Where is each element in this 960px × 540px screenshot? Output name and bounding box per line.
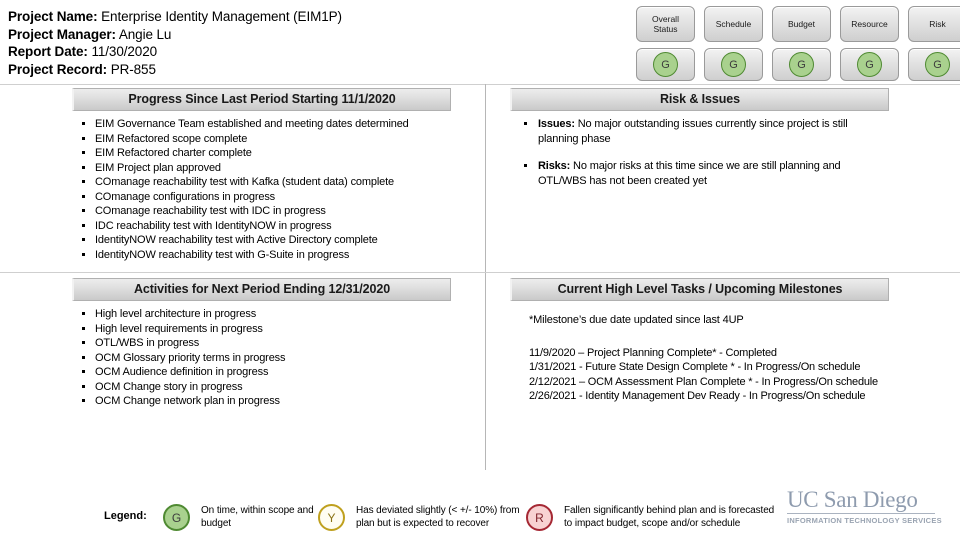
status-column-resource: Resource G bbox=[840, 6, 899, 81]
panel-activities: Activities for Next Period Ending 12/31/… bbox=[72, 278, 451, 409]
status-column-schedule: Schedule G bbox=[704, 6, 763, 81]
project-manager-line: Project Manager: Angie Lu bbox=[8, 26, 568, 44]
panel-risk-issues: Risk & Issues Issues: No major outstandi… bbox=[510, 88, 889, 201]
project-record-value: PR-855 bbox=[110, 61, 156, 77]
status-light-button-schedule[interactable]: G bbox=[704, 48, 763, 81]
list-item: EIM Refactored scope complete bbox=[79, 132, 451, 147]
divider-horizontal bbox=[0, 272, 960, 273]
list-item: OCM Glossary priority terms in progress bbox=[79, 351, 451, 366]
panel-milestones-title: Current High Level Tasks / Upcoming Mile… bbox=[510, 278, 889, 301]
status-light-button-budget[interactable]: G bbox=[772, 48, 831, 81]
risks-label: Risks: bbox=[538, 160, 571, 172]
list-item: High level architecture in progress bbox=[79, 307, 451, 322]
status-light-resource: G bbox=[857, 52, 882, 77]
report-date-label: Report Date: bbox=[8, 44, 88, 59]
status-button-schedule[interactable]: Schedule bbox=[704, 6, 763, 42]
panel-progress-title: Progress Since Last Period Starting 11/1… bbox=[72, 88, 451, 111]
list-item: IDC reachability test with IdentityNOW i… bbox=[79, 219, 451, 234]
legend-circle-yellow-icon: Y bbox=[318, 504, 345, 531]
list-item: EIM Governance Team established and meet… bbox=[79, 117, 451, 132]
project-manager-value: Angie Lu bbox=[118, 26, 172, 42]
project-record-line: Project Record: PR-855 bbox=[8, 61, 568, 79]
milestone-row: 2/26/2021 - Identity Management Dev Read… bbox=[529, 390, 866, 402]
divider-top bbox=[0, 84, 960, 85]
milestones-note: *Milestone’s due date updated since last… bbox=[529, 314, 744, 326]
project-name-line: Project Name: Enterprise Identity Manage… bbox=[8, 8, 568, 26]
legend-label: Legend: bbox=[104, 510, 147, 522]
report-date-value: 11/30/2020 bbox=[91, 44, 158, 59]
list-item-issues: Issues: No major outstanding issues curr… bbox=[516, 117, 889, 146]
status-column-budget: Budget G bbox=[772, 6, 831, 81]
logo-wordmark: UC San Diego bbox=[787, 487, 918, 512]
list-item: OTL/WBS in progress bbox=[79, 336, 451, 351]
risks-text: No major risks at this time since we are… bbox=[538, 160, 841, 187]
status-indicator-strip: Overall Status G Schedule G Budget G Res… bbox=[636, 6, 960, 81]
project-name-value: Enterprise Identity Management (EIM1P) bbox=[101, 9, 342, 24]
list-item: IdentityNOW reachability test with G-Sui… bbox=[79, 248, 451, 263]
legend-item-yellow: Y Has deviated slightly (< +/- 10%) from… bbox=[318, 504, 528, 531]
panel-risk-issues-title: Risk & Issues bbox=[510, 88, 889, 111]
panel-progress-list: EIM Governance Team established and meet… bbox=[79, 117, 451, 262]
panel-activities-list: High level architecture in progress High… bbox=[79, 307, 451, 409]
legend-text-red: Fallen significantly behind plan and is … bbox=[564, 505, 775, 529]
status-light-button-risk[interactable]: G bbox=[908, 48, 960, 81]
list-item: High level requirements in progress bbox=[79, 322, 451, 337]
status-light-overall: G bbox=[653, 52, 678, 77]
report-date-line: Report Date: 11/30/2020 bbox=[8, 43, 568, 61]
list-item: COmanage reachability test with Kafka (s… bbox=[79, 175, 451, 190]
list-item: IdentityNOW reachability test with Activ… bbox=[79, 233, 451, 248]
status-light-button-resource[interactable]: G bbox=[840, 48, 899, 81]
legend-item-green: G On time, within scope and budget bbox=[163, 504, 319, 531]
list-item-risks: Risks: No major risks at this time since… bbox=[516, 159, 889, 188]
status-button-budget[interactable]: Budget bbox=[772, 6, 831, 42]
list-item: OCM Change network plan in progress bbox=[79, 394, 451, 409]
panel-milestones: Current High Level Tasks / Upcoming Mile… bbox=[510, 278, 889, 404]
status-column-overall: Overall Status G bbox=[636, 6, 695, 81]
project-header: Project Name: Enterprise Identity Manage… bbox=[8, 8, 568, 78]
panel-progress: Progress Since Last Period Starting 11/1… bbox=[72, 88, 451, 262]
panel-activities-title: Activities for Next Period Ending 12/31/… bbox=[72, 278, 451, 301]
project-manager-label: Project Manager: bbox=[8, 26, 116, 42]
legend-text-green: On time, within scope and budget bbox=[201, 505, 314, 529]
status-light-schedule: G bbox=[721, 52, 746, 77]
project-record-label: Project Record: bbox=[8, 61, 108, 77]
list-item: OCM Audience definition in progress bbox=[79, 365, 451, 380]
status-button-resource[interactable]: Resource bbox=[840, 6, 899, 42]
legend-circle-red-icon: R bbox=[526, 504, 553, 531]
status-light-budget: G bbox=[789, 52, 814, 77]
logo-tagline: INFORMATION TECHNOLOGY SERVICES bbox=[787, 516, 942, 525]
issues-label: Issues: bbox=[538, 118, 575, 130]
milestones-list: 11/9/2020 – Project Planning Complete* -… bbox=[529, 346, 889, 404]
legend-item-red: R Fallen significantly behind plan and i… bbox=[526, 504, 780, 531]
legend-circle-green-icon: G bbox=[163, 504, 190, 531]
milestone-row: 1/31/2021 - Future State Design Complete… bbox=[529, 361, 861, 373]
panel-risk-issues-list: Issues: No major outstanding issues curr… bbox=[516, 117, 889, 188]
status-light-button-overall[interactable]: G bbox=[636, 48, 695, 81]
issues-text: No major outstanding issues currently si… bbox=[538, 118, 848, 145]
list-item: OCM Change story in progress bbox=[79, 380, 451, 395]
status-button-risk[interactable]: Risk bbox=[908, 6, 960, 42]
divider-vertical bbox=[485, 84, 486, 470]
logo-rule bbox=[787, 513, 935, 514]
uc-san-diego-logo: UC San Diego INFORMATION TECHNOLOGY SERV… bbox=[787, 487, 942, 525]
status-column-risk: Risk G bbox=[908, 6, 960, 81]
list-item: COmanage reachability test with IDC in p… bbox=[79, 204, 451, 219]
status-button-overall[interactable]: Overall Status bbox=[636, 6, 695, 42]
milestone-row: 2/12/2021 – OCM Assessment Plan Complete… bbox=[529, 375, 878, 388]
list-item: EIM Project plan approved bbox=[79, 161, 451, 176]
list-item: COmanage configurations in progress bbox=[79, 190, 451, 205]
list-item: EIM Refactored charter complete bbox=[79, 146, 451, 161]
project-name-label: Project Name: bbox=[8, 9, 98, 24]
milestone-row: 11/9/2020 – Project Planning Complete* -… bbox=[529, 346, 777, 359]
status-light-risk: G bbox=[925, 52, 950, 77]
legend-text-yellow: Has deviated slightly (< +/- 10%) from p… bbox=[356, 505, 520, 529]
